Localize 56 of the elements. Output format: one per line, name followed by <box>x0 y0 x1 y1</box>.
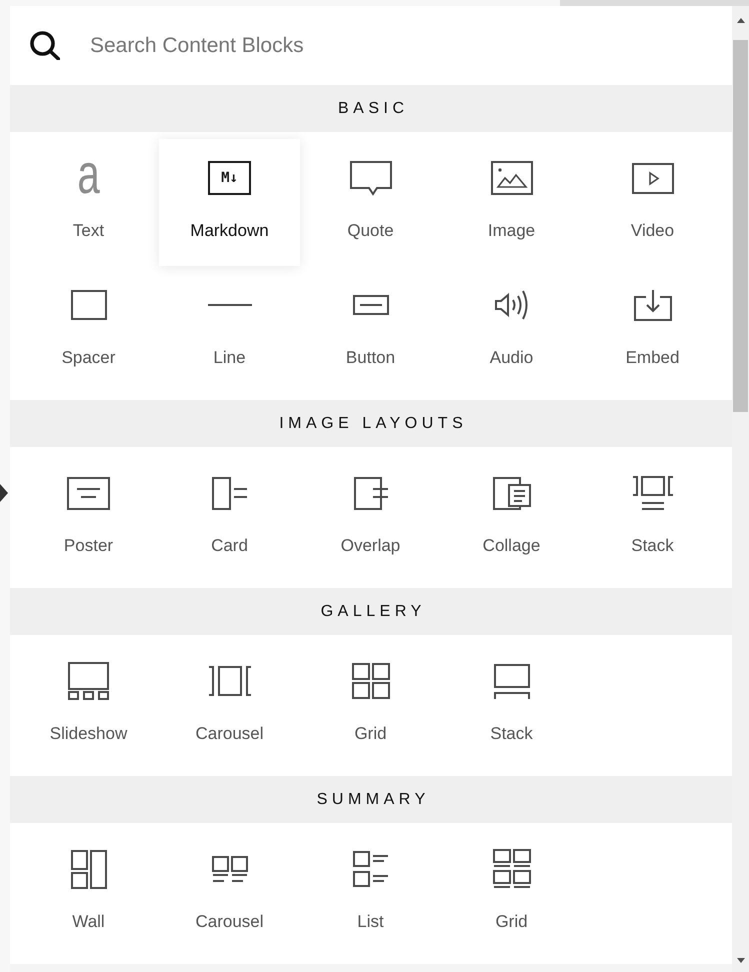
section-heading: IMAGE LAYOUTS <box>10 400 732 447</box>
block-button[interactable]: Overlap <box>300 454 441 581</box>
section-heading: GALLERY <box>10 588 732 635</box>
block-button[interactable]: Collage <box>441 454 582 581</box>
video-icon <box>632 162 674 194</box>
block-button[interactable]: Slideshow <box>18 642 159 769</box>
block-button[interactable]: M↓ Markdown <box>159 139 300 266</box>
block-button[interactable]: Video <box>582 139 723 266</box>
poster-icon <box>67 476 110 510</box>
carousel-icon <box>208 666 252 696</box>
search-field[interactable]: Search Content Blocks <box>90 28 712 64</box>
block-button[interactable]: Grid <box>441 830 582 957</box>
overlap-icon <box>354 476 388 510</box>
block-button[interactable]: Audio <box>441 266 582 393</box>
block-button[interactable]: a Text <box>18 139 159 266</box>
cards-icon <box>212 856 248 882</box>
block-button[interactable]: Grid <box>300 642 441 769</box>
card-icon <box>212 476 248 510</box>
stack-icon <box>632 476 674 510</box>
rectangle-icon <box>70 290 106 320</box>
search-icon <box>30 31 60 60</box>
block-button[interactable]: Wall <box>18 830 159 957</box>
block-button[interactable]: Stack <box>441 642 582 769</box>
scrollbar-thumb[interactable] <box>733 40 748 412</box>
block-button[interactable]: Carousel <box>159 830 300 957</box>
section-heading: BASIC <box>10 85 732 132</box>
scroll-up-icon[interactable] <box>736 18 744 23</box>
button-icon <box>352 295 388 315</box>
collage-icon <box>492 476 530 510</box>
triangle-pointer-icon <box>0 484 8 502</box>
block-button[interactable]: List <box>300 830 441 957</box>
markdown-icon: M↓ <box>208 161 251 195</box>
block-button[interactable]: Carousel <box>159 642 300 769</box>
block-button[interactable]: Button <box>300 266 441 393</box>
block-button[interactable]: Spacer <box>18 266 159 393</box>
tiles-icon <box>492 849 530 889</box>
line-icon <box>208 304 252 306</box>
speech-bubble-icon <box>350 160 392 196</box>
masonry-icon <box>70 850 106 888</box>
block-button[interactable]: Stack <box>582 454 723 581</box>
speaker-icon <box>494 290 530 320</box>
download-icon <box>634 290 672 320</box>
grid-icon <box>352 663 390 699</box>
monitor-icon <box>494 664 530 698</box>
scroll-down-icon[interactable] <box>736 958 744 963</box>
block-button[interactable]: Image <box>441 139 582 266</box>
block-button[interactable]: Card <box>159 454 300 581</box>
slideshow-icon <box>68 662 109 700</box>
image-icon <box>490 161 532 195</box>
list-icon <box>352 851 388 887</box>
letter-icon: a <box>77 162 100 194</box>
block-button[interactable]: Line <box>159 266 300 393</box>
block-button[interactable]: Quote <box>300 139 441 266</box>
section-heading: SUMMARY <box>10 776 732 823</box>
block-button[interactable]: Embed <box>582 266 723 393</box>
block-button[interactable]: Poster <box>18 454 159 581</box>
